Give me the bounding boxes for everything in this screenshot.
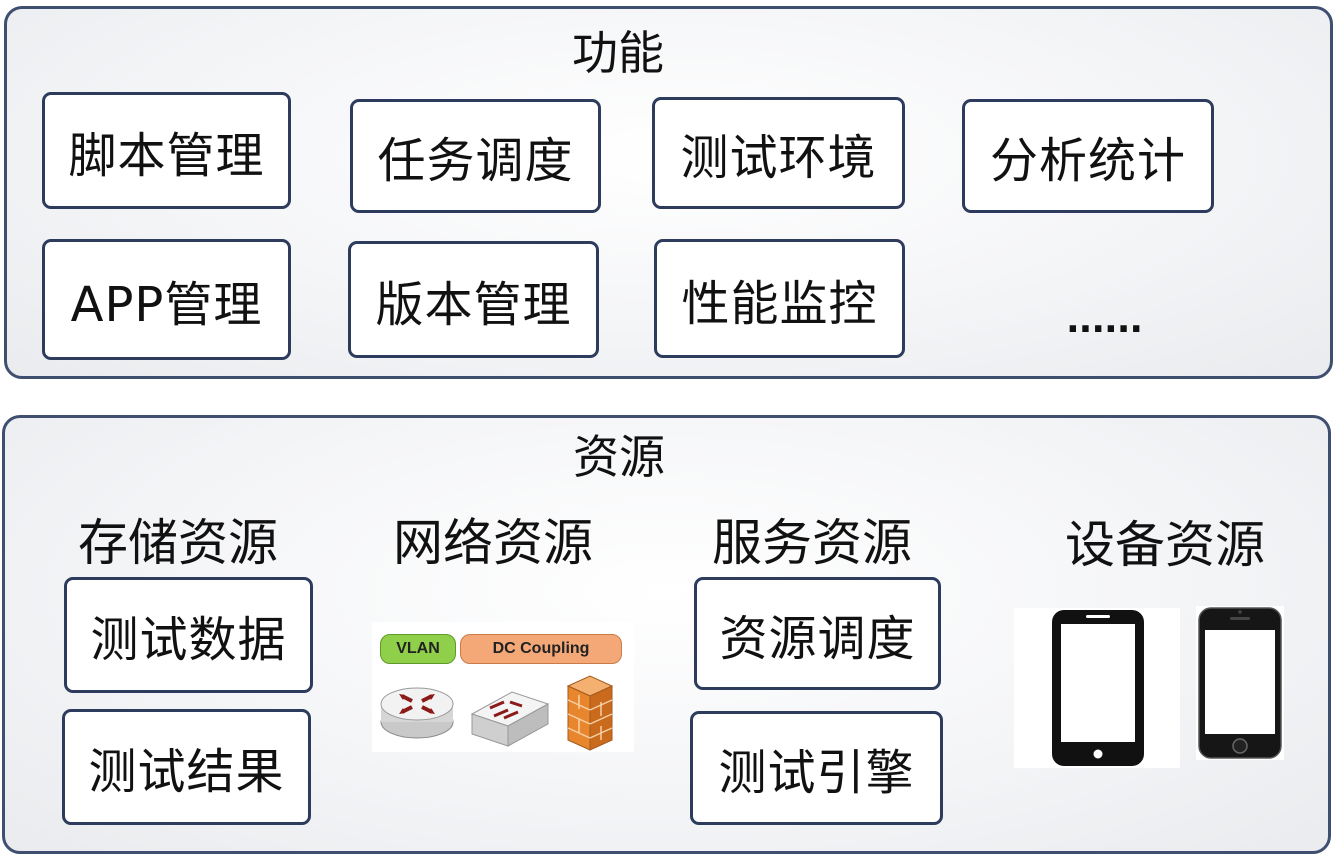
- category-storage-label: 存储资源: [78, 514, 278, 572]
- functions-title: 功能: [572, 26, 664, 80]
- service-resource-scheduling: 资源调度: [694, 577, 941, 690]
- storage-test-results: 测试结果: [62, 709, 311, 825]
- router-icon: [380, 687, 454, 739]
- function-analytics: 分析统计: [962, 99, 1214, 213]
- smartphone-outline-icon: [1052, 610, 1144, 766]
- function-label: APP管理: [70, 276, 263, 333]
- functions-ellipsis: ......: [1066, 300, 1143, 341]
- function-label: 任务调度: [377, 133, 574, 189]
- service-test-engine: 测试引擎: [690, 711, 943, 825]
- category-service-label: 服务资源: [712, 514, 912, 572]
- resource-label: 测试数据: [90, 612, 287, 668]
- network-devices-image: VLAN DC Coupling: [372, 622, 634, 752]
- iphone-image: [1196, 606, 1284, 760]
- function-label: 测试环境: [680, 130, 877, 186]
- function-label: 脚本管理: [68, 127, 265, 184]
- firewall-icon: [566, 675, 614, 751]
- function-label: 分析统计: [989, 133, 1186, 189]
- category-device-label: 设备资源: [1065, 516, 1265, 574]
- function-label: 版本管理: [375, 276, 572, 333]
- function-version-management: 版本管理: [348, 241, 599, 358]
- function-test-environment: 测试环境: [652, 97, 905, 209]
- resource-label: 测试引擎: [718, 745, 915, 801]
- resources-title: 资源: [573, 430, 665, 484]
- iphone-icon: [1198, 607, 1282, 759]
- function-script-management: 脚本管理: [42, 92, 291, 209]
- smartphone-outline-image: [1014, 608, 1180, 768]
- network-icons: [380, 675, 614, 751]
- storage-test-data: 测试数据: [64, 577, 313, 693]
- function-task-scheduling: 任务调度: [350, 99, 601, 213]
- resource-label: 测试结果: [88, 744, 285, 800]
- resource-label: 资源调度: [719, 610, 916, 667]
- category-network-label: 网络资源: [393, 514, 593, 572]
- function-label: 性能监控: [681, 275, 878, 332]
- function-performance-monitoring: 性能监控: [654, 239, 905, 358]
- function-app-management: APP管理: [42, 239, 291, 360]
- switch-icon: [470, 691, 550, 747]
